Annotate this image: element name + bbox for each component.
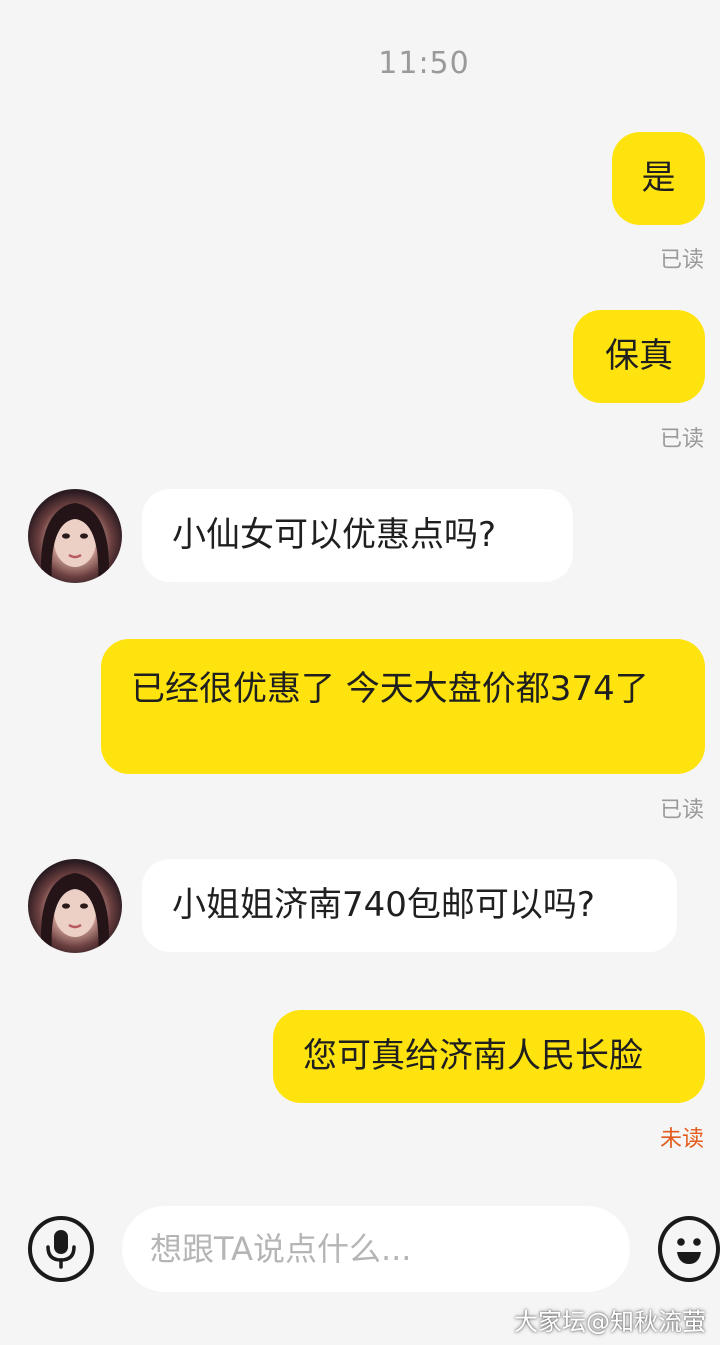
message-input[interactable]	[122, 1206, 630, 1292]
outgoing-message-bubble[interactable]: 您可真给济南人民长脸	[273, 1010, 705, 1103]
read-status: 已读	[659, 248, 704, 273]
microphone-icon	[46, 1230, 76, 1269]
contact-avatar[interactable]	[28, 489, 122, 583]
avatar-portrait-icon	[41, 873, 109, 953]
read-status: 已读	[659, 798, 704, 823]
emoji-button[interactable]	[658, 1216, 720, 1282]
avatar-portrait-icon	[41, 503, 109, 583]
voice-input-button[interactable]	[28, 1216, 94, 1282]
outgoing-message-bubble[interactable]: 保真	[573, 310, 705, 403]
incoming-message-bubble[interactable]: 小仙女可以优惠点吗?	[142, 489, 573, 582]
timestamp: 11:50	[378, 46, 470, 81]
outgoing-message-bubble[interactable]: 是	[612, 132, 705, 225]
contact-avatar[interactable]	[28, 859, 122, 953]
smiley-icon	[677, 1238, 701, 1264]
message-composer	[0, 1196, 720, 1306]
outgoing-message-bubble[interactable]: 已经很优惠了 今天大盘价都374了	[101, 639, 705, 774]
unread-status: 未读	[659, 1127, 704, 1152]
incoming-message-bubble[interactable]: 小姐姐济南740包邮可以吗?	[142, 859, 677, 952]
watermark: 大家坛@知秋流萤	[514, 1308, 706, 1336]
read-status: 已读	[659, 427, 704, 452]
